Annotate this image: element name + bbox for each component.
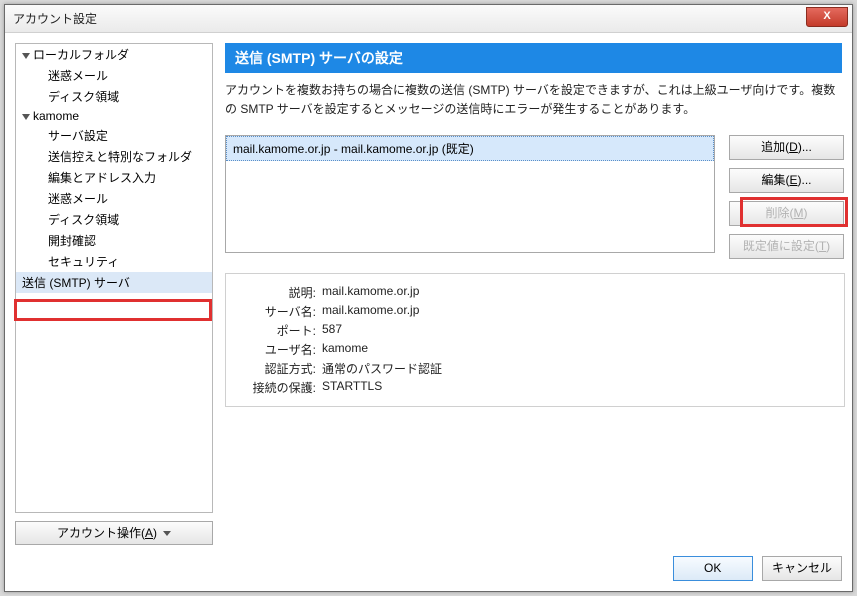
close-button[interactable]: X [806,7,848,27]
tree-item[interactable]: セキュリティ [16,251,212,272]
tree-label: 迷惑メール [48,192,108,206]
tree-item[interactable]: 編集とアドレス入力 [16,167,212,188]
chevron-down-icon [163,531,171,536]
cancel-button[interactable]: キャンセル [762,556,842,581]
tree-label: 送信控えと特別なフォルダ [48,150,192,164]
remove-button: 削除(M) [729,201,844,226]
detail-value: STARTTLS [322,379,382,396]
ok-button[interactable]: OK [673,556,753,581]
button-label: アカウント操作( [57,526,145,540]
detail-value: mail.kamome.or.jp [322,303,419,320]
detail-value: 通常のパスワード認証 [322,360,442,377]
tree-account[interactable]: kamome [16,107,212,125]
button-label: 追加( [761,140,789,154]
access-key: M [794,206,804,220]
tree-label: サーバ設定 [48,129,108,143]
window-title: アカウント設定 [13,10,97,27]
button-suffix: )... [798,140,812,154]
chevron-down-icon [22,114,30,120]
button-label: 既定値に設定( [743,239,819,253]
tree-item[interactable]: 迷惑メール [16,65,212,86]
detail-value: kamome [322,341,368,358]
detail-label: サーバ名: [236,303,316,320]
detail-server: サーバ名: mail.kamome.or.jp [236,303,834,320]
server-action-buttons: 追加(D)... 編集(E)... 削除(M) 既定値に設定(T) [729,135,844,267]
tree-label: ディスク領域 [48,90,119,104]
detail-value: 587 [322,322,342,339]
tree-item[interactable]: 送信控えと特別なフォルダ [16,146,212,167]
chevron-down-icon [22,53,30,59]
tree-item[interactable]: ディスク領域 [16,209,212,230]
tree-local-folders[interactable]: ローカルフォルダ [16,44,212,65]
add-button[interactable]: 追加(D)... [729,135,844,160]
tree-label: 迷惑メール [48,69,108,83]
detail-security: 接続の保護: STARTTLS [236,379,834,396]
tree-item[interactable]: 開封確認 [16,230,212,251]
tree-label: ローカルフォルダ [33,48,129,62]
tree-item[interactable]: ディスク領域 [16,86,212,107]
edit-button[interactable]: 編集(E)... [729,168,844,193]
smtp-server-list[interactable]: mail.kamome.or.jp - mail.kamome.or.jp (既… [225,135,715,253]
tree-item[interactable]: 迷惑メール [16,188,212,209]
detail-label: 接続の保護: [236,379,316,396]
button-label: キャンセル [772,561,832,575]
tree-label: 開封確認 [48,234,96,248]
detail-label: ユーザ名: [236,341,316,358]
panel-heading: 送信 (SMTP) サーバの設定 [225,43,842,73]
tree-label: kamome [33,109,79,123]
set-default-button: 既定値に設定(T) [729,234,844,259]
detail-auth: 認証方式: 通常のパスワード認証 [236,360,834,377]
detail-label: 認証方式: [236,360,316,377]
access-key: A [145,526,153,540]
detail-user: ユーザ名: kamome [236,341,834,358]
detail-label: 説明: [236,284,316,301]
detail-label: ポート: [236,322,316,339]
server-item-label: mail.kamome.or.jp - mail.kamome.or.jp (既… [233,142,474,156]
access-key: E [789,173,797,187]
button-suffix: ) [826,239,830,253]
dialog-window: アカウント設定 X ローカルフォルダ 迷惑メール ディスク領域 kamome サ… [4,4,853,592]
tree-smtp-servers[interactable]: 送信 (SMTP) サーバ [16,272,212,293]
button-suffix: ) [153,526,157,540]
account-operations-button[interactable]: アカウント操作(A) [15,521,213,545]
account-tree: ローカルフォルダ 迷惑メール ディスク領域 kamome サーバ設定 送信控えと… [15,43,213,513]
button-label: 編集( [761,173,789,187]
tree-label: ディスク領域 [48,213,119,227]
tree-label: 送信 (SMTP) サーバ [22,276,130,290]
tree-label: 編集とアドレス入力 [48,171,156,185]
content-area: ローカルフォルダ 迷惑メール ディスク領域 kamome サーバ設定 送信控えと… [5,33,852,591]
server-details: 説明: mail.kamome.or.jp サーバ名: mail.kamome.or… [225,273,845,407]
button-suffix: )... [798,173,812,187]
main-panel: 送信 (SMTP) サーバの設定 アカウントを複数お持ちの場合に複数の送信 (S… [225,43,842,119]
detail-port: ポート: 587 [236,322,834,339]
smtp-server-item[interactable]: mail.kamome.or.jp - mail.kamome.or.jp (既… [226,136,714,161]
dialog-footer: OK キャンセル [667,556,842,581]
button-label: 削除( [766,206,794,220]
tree-label: セキュリティ [48,255,119,269]
button-suffix: ) [804,206,808,220]
panel-description: アカウントを複数お持ちの場合に複数の送信 (SMTP) サーバを設定できますが、… [225,81,842,119]
detail-description: 説明: mail.kamome.or.jp [236,284,834,301]
tree-item[interactable]: サーバ設定 [16,125,212,146]
access-key: D [789,140,798,154]
detail-value: mail.kamome.or.jp [322,284,419,301]
button-label: OK [704,561,721,575]
titlebar: アカウント設定 X [5,5,852,33]
